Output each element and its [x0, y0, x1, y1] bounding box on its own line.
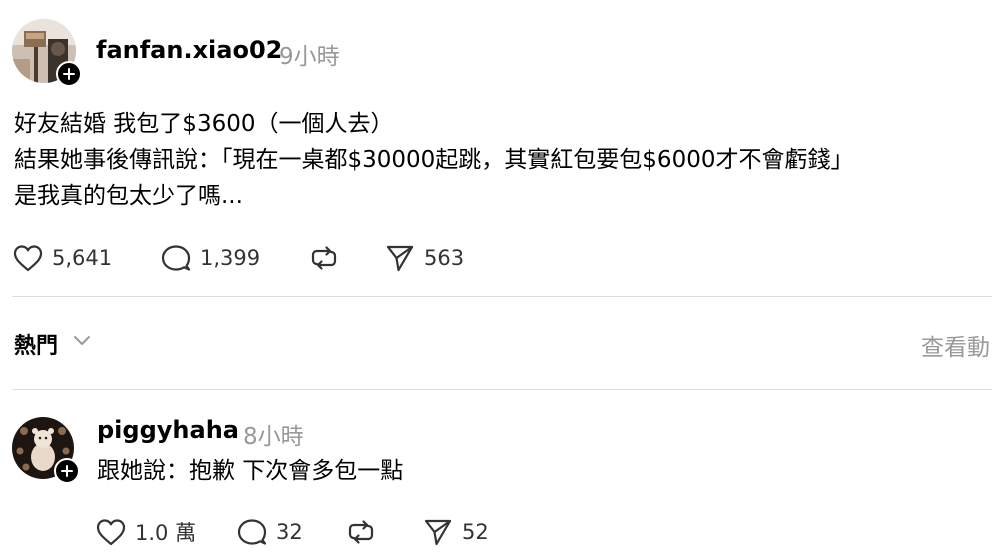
author-avatar[interactable]	[12, 19, 82, 87]
plus-icon	[61, 465, 73, 477]
post-actions: 5,641 1,399 563	[12, 242, 494, 274]
reply-like-count: 1.0 萬	[135, 521, 197, 545]
post-divider	[12, 296, 992, 297]
reply-comment-count: 32	[276, 520, 303, 544]
comment-count: 1,399	[200, 246, 261, 270]
reply-share-count: 52	[462, 520, 489, 544]
reply-comment-button[interactable]: 32	[236, 517, 345, 547]
post-text: 好友結婚 我包了$3600（一個人去） 結果她事後傳訊說：「現在一桌都$3000…	[14, 106, 853, 214]
repost-icon	[348, 520, 374, 544]
post-time[interactable]: 9小時	[279, 37, 340, 71]
comment-bubble-icon	[237, 519, 267, 545]
reply-text: 跟她說：抱歉 下次會多包一點	[97, 458, 404, 484]
plus-icon	[63, 68, 75, 80]
sort-divider	[12, 389, 992, 390]
post-text-line: 好友結婚 我包了$3600（一個人去）	[14, 111, 394, 137]
like-button[interactable]: 5,641	[12, 243, 160, 273]
share-button[interactable]: 563	[384, 243, 494, 273]
sort-dropdown[interactable]: 熱門	[14, 328, 58, 360]
reply-like-button[interactable]: 1.0 萬	[95, 517, 236, 547]
author-username[interactable]: fanfan.xiao02	[96, 36, 282, 64]
comment-button[interactable]: 1,399	[160, 243, 308, 273]
share-count: 563	[424, 246, 465, 270]
follow-author-button[interactable]	[56, 61, 82, 87]
post-text-line: 結果她事後傳訊說：「現在一桌都$30000起跳，其實紅包要包$6000才不會虧錢…	[14, 147, 854, 173]
reply-time[interactable]: 8小時	[243, 417, 304, 451]
reply-avatar[interactable]	[12, 417, 80, 484]
reply-share-button[interactable]: 52	[422, 517, 522, 547]
send-icon	[386, 245, 414, 272]
replies-sort-bar: 熱門 查看動	[0, 320, 992, 366]
follow-reply-author-button[interactable]	[54, 458, 80, 484]
comment-bubble-icon	[161, 245, 191, 271]
heart-icon	[96, 519, 126, 546]
send-icon	[424, 519, 452, 546]
chevron-down-icon[interactable]	[73, 335, 91, 347]
post-text-line: 是我真的包太少了嗎...	[14, 183, 243, 209]
reply-repost-button[interactable]	[345, 517, 422, 547]
view-activity-link[interactable]: 查看動	[921, 328, 990, 362]
reply-actions: 1.0 萬 32 52	[95, 516, 522, 548]
repost-icon	[311, 246, 337, 270]
repost-button[interactable]	[308, 243, 384, 273]
reply-username[interactable]: piggyhaha	[97, 416, 239, 444]
like-count: 5,641	[52, 246, 113, 270]
heart-icon	[13, 245, 43, 272]
